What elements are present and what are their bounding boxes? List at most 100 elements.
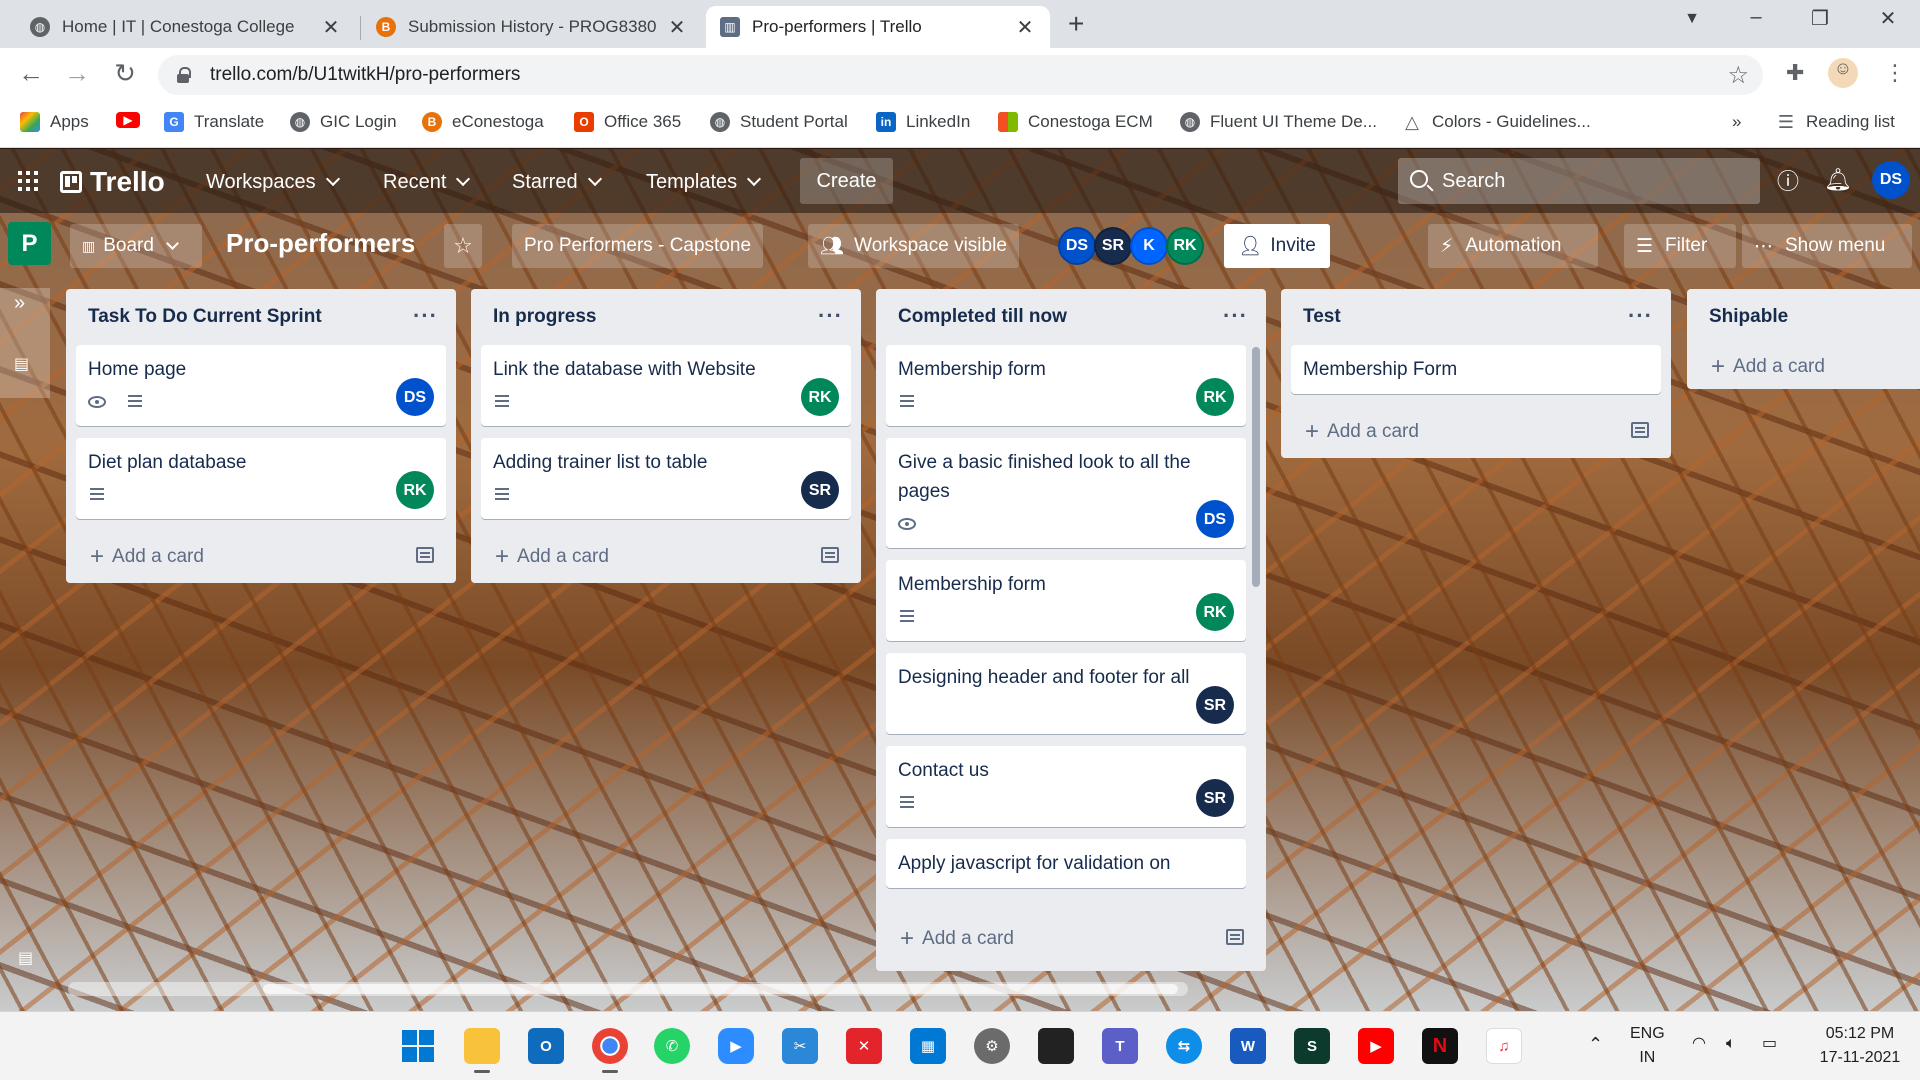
create-button[interactable]: Create (800, 158, 893, 204)
automation-button[interactable]: ⚡︎ Automation (1428, 224, 1598, 268)
pycharm-icon[interactable]: S (1294, 1028, 1330, 1064)
card[interactable]: Contact us SR (886, 746, 1246, 827)
card-member-avatar[interactable]: RK (1196, 593, 1234, 631)
bookmark-translate[interactable]: G Translate (164, 112, 264, 132)
close-tab-icon[interactable]: ✕ (320, 15, 342, 40)
scrollbar-thumb[interactable] (263, 984, 1178, 994)
add-card-button[interactable]: + Add a card (1281, 406, 1671, 458)
reading-list-button[interactable]: ☰ Reading list (1776, 112, 1895, 132)
windows-start-icon[interactable] (400, 1028, 436, 1064)
add-card-button[interactable]: + Add a card (471, 531, 861, 583)
netflix-icon[interactable]: N (1422, 1028, 1458, 1064)
card-member-avatar[interactable]: SR (1196, 779, 1234, 817)
bookmark-fluent-ui[interactable]: ◍ Fluent UI Theme De... (1180, 112, 1377, 132)
tab-home-conestoga[interactable]: ◍ Home | IT | Conestoga College ✕ (16, 6, 356, 48)
visibility-button[interactable]: 👥︎ Workspace visible (808, 224, 1019, 268)
outlook-icon[interactable]: O (528, 1028, 564, 1064)
zoom-icon[interactable]: ▶ (718, 1028, 754, 1064)
battery-icon[interactable]: ▭ (1762, 1032, 1777, 1056)
close-window-button[interactable]: ✕ (1868, 6, 1908, 31)
close-tab-icon[interactable]: ✕ (1014, 15, 1036, 40)
member-avatar[interactable]: K (1130, 227, 1168, 265)
workspace-name-button[interactable]: Pro Performers - Capstone (512, 224, 764, 268)
restore-button[interactable]: ❐ (1800, 6, 1840, 31)
close-tab-icon[interactable]: ✕ (666, 15, 688, 40)
card[interactable]: Give a basic finished look to all the pa… (886, 438, 1246, 548)
card[interactable]: Home page DS (76, 345, 446, 426)
teams-icon[interactable]: T (1102, 1028, 1138, 1064)
list-actions-icon[interactable]: ··· (413, 303, 438, 329)
workspaces-menu[interactable]: Workspaces (196, 165, 348, 199)
volume-icon[interactable]: 🔈︎ (1726, 1032, 1736, 1056)
star-board-icon[interactable]: ☆ (444, 224, 482, 268)
card[interactable]: Adding trainer list to table SR (481, 438, 851, 519)
invite-button[interactable]: 👤︎ Invite (1224, 224, 1330, 268)
add-card-button[interactable]: + Add a card (66, 531, 456, 583)
templates-icon[interactable]: ▤ (14, 354, 29, 374)
card-member-avatar[interactable]: DS (396, 378, 434, 416)
card[interactable]: Membership form RK (886, 560, 1246, 641)
bookmark-econestoga[interactable]: B eConestoga (422, 112, 544, 132)
card-template-icon[interactable] (1226, 929, 1244, 945)
expand-sidebar-icon[interactable]: » (14, 292, 25, 315)
card[interactable]: Designing header and footer for all SR (886, 653, 1246, 734)
list-actions-icon[interactable]: ··· (818, 303, 843, 329)
workspace-badge[interactable]: P (8, 222, 51, 265)
bookmark-student-portal[interactable]: ◍ Student Portal (710, 112, 848, 132)
member-avatar[interactable]: DS (1058, 227, 1096, 265)
notifications-bell-icon[interactable]: 🔔︎ (1822, 164, 1854, 196)
bookmark-youtube[interactable]: ▶ (116, 112, 150, 128)
show-menu-button[interactable]: ⋯ Show menu (1742, 224, 1912, 268)
word-icon[interactable]: W (1230, 1028, 1266, 1064)
clock[interactable]: 05:12 PM 17-11-2021 (1812, 1022, 1908, 1070)
file-explorer-icon[interactable] (464, 1028, 500, 1064)
bookmark-colors-guidelines[interactable]: △ Colors - Guidelines... (1402, 112, 1591, 132)
card-member-avatar[interactable]: RK (396, 471, 434, 509)
reload-button[interactable]: ↻ (108, 58, 142, 89)
profile-avatar[interactable]: ☺ (1828, 58, 1858, 88)
templates-menu[interactable]: Templates (636, 165, 769, 199)
back-button[interactable]: ← (14, 58, 48, 89)
card[interactable]: Link the database with Website RK (481, 345, 851, 426)
new-tab-button[interactable]: + (1068, 8, 1084, 40)
settings-gear-icon[interactable]: ⚙ (974, 1028, 1010, 1064)
recent-menu[interactable]: Recent (373, 165, 478, 199)
list-header[interactable]: Test ··· (1281, 289, 1671, 345)
bookmark-conestoga-ecm[interactable]: Conestoga ECM (998, 112, 1153, 132)
card-member-avatar[interactable]: SR (801, 471, 839, 509)
minimize-button[interactable]: – (1736, 6, 1776, 29)
list-header[interactable]: Task To Do Current Sprint ··· (66, 289, 456, 345)
snipping-tool-icon[interactable]: ✂ (782, 1028, 818, 1064)
xmind-icon[interactable]: ✕ (846, 1028, 882, 1064)
trello-logo[interactable]: Trello (60, 166, 165, 198)
whatsapp-icon[interactable]: ✆ (654, 1028, 690, 1064)
bookmark-office-365[interactable]: O Office 365 (574, 112, 681, 132)
bookmarks-overflow[interactable]: » (1732, 112, 1741, 132)
board-switcher-icon[interactable]: ▤ (18, 948, 33, 968)
starred-menu[interactable]: Starred (502, 165, 610, 199)
wifi-icon[interactable]: ◠ (1692, 1032, 1706, 1056)
add-card-button[interactable]: + Add a card (1687, 345, 1920, 389)
card-template-icon[interactable] (821, 547, 839, 563)
card[interactable]: Membership form RK (886, 345, 1246, 426)
list-header[interactable]: Shipable (1687, 289, 1920, 345)
board-view-switcher[interactable]: ▥ Board (70, 224, 202, 268)
chevron-up-icon[interactable]: ⌃ (1588, 1032, 1603, 1056)
tab-submission-history[interactable]: B Submission History - PROG8380- ✕ (362, 6, 702, 48)
list-scrollbar[interactable] (1252, 347, 1260, 587)
list-header[interactable]: In progress ··· (471, 289, 861, 345)
search-input[interactable]: Search (1398, 158, 1760, 204)
extensions-icon[interactable]: ✚ (1786, 60, 1804, 86)
list-header[interactable]: Completed till now ··· (876, 289, 1266, 345)
card-member-avatar[interactable]: SR (1196, 686, 1234, 724)
user-avatar[interactable]: DS (1872, 161, 1910, 199)
itunes-icon[interactable]: ♫ (1486, 1028, 1522, 1064)
bookmark-gic-login[interactable]: ◍ GIC Login (290, 112, 397, 132)
list-actions-icon[interactable]: ··· (1223, 303, 1248, 329)
card-template-icon[interactable] (1631, 422, 1649, 438)
card-member-avatar[interactable]: RK (1196, 378, 1234, 416)
chrome-icon[interactable] (592, 1028, 628, 1064)
add-card-button[interactable]: + Add a card (876, 913, 1266, 965)
forward-button[interactable]: → (60, 58, 94, 89)
card[interactable]: Diet plan database RK (76, 438, 446, 519)
